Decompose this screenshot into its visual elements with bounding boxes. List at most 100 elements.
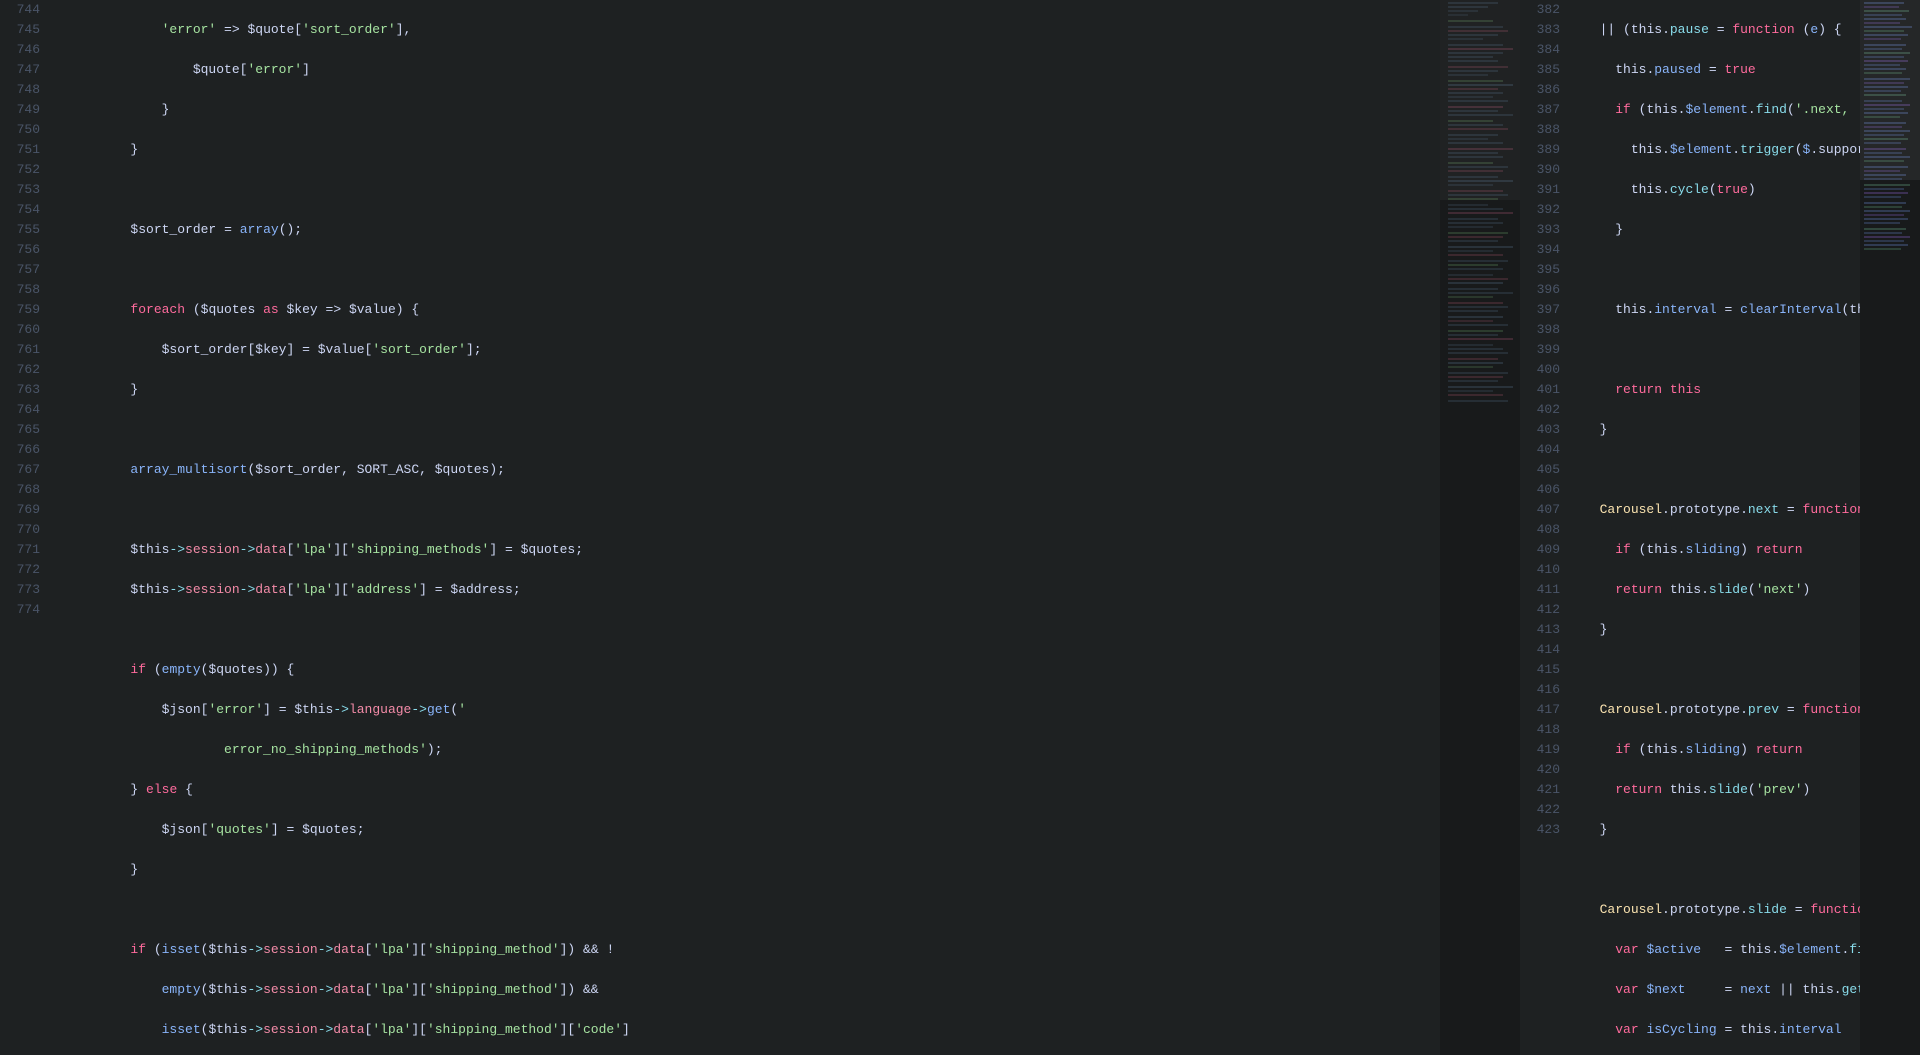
code-line-754 [68, 420, 1440, 440]
code-line-748 [68, 180, 1440, 200]
code-line-766a: if (isset($this->session->data['lpa']['s… [68, 940, 1440, 960]
ln-763: 763 [8, 380, 40, 400]
code-line-761a: $json['error'] = $this->language->get(' [68, 700, 1440, 720]
rln-blank10 [1528, 1020, 1560, 1040]
code-line-753: } [68, 380, 1440, 400]
rln-415: 415 [1528, 660, 1560, 680]
rln-409: 409 [1528, 540, 1560, 560]
rln-413: 413 [1528, 620, 1560, 640]
rln-blank2 [1528, 860, 1560, 880]
ln-757: 757 [8, 260, 40, 280]
rln-388: 388 [1528, 120, 1560, 140]
rln-384: 384 [1528, 40, 1560, 60]
left-minimap [1440, 0, 1520, 1055]
code-line-750 [68, 260, 1440, 280]
far-right-minimap [1860, 0, 1920, 1055]
rcode-401: return this.slide('prev') [1584, 780, 1860, 800]
code-line-747: } [68, 140, 1440, 160]
ln-752: 752 [8, 160, 40, 180]
rln-411: 411 [1528, 580, 1560, 600]
ln-745: 745 [8, 20, 40, 40]
ln-blank15 [8, 900, 40, 920]
code-line-749: $sort_order = array(); [68, 220, 1440, 240]
rln-404: 404 [1528, 440, 1560, 460]
ln-blank22 [8, 1040, 40, 1055]
rln-391: 391 [1528, 180, 1560, 200]
right-panel: 382 383 384 385 386 387 388 389 390 391 … [1520, 0, 1920, 1055]
rcode-383: this.paused = true [1584, 60, 1860, 80]
rln-blank6 [1528, 940, 1560, 960]
ln-blank8 [8, 760, 40, 780]
code-line-762: } else { [68, 780, 1440, 800]
rcode-406: var $next = next || this.getItemForDirec… [1584, 980, 1860, 1000]
right-code-content: || (this.pause = function (e) { this.pau… [1572, 0, 1860, 1055]
ln-767: 767 [8, 460, 40, 480]
ln-771: 771 [8, 540, 40, 560]
ln-756: 756 [8, 240, 40, 260]
rln-421: 421 [1528, 780, 1560, 800]
ln-blank16 [8, 920, 40, 940]
code-line-761b: error_no_shipping_methods'); [68, 740, 1440, 760]
ln-747: 747 [8, 60, 40, 80]
ln-755: 755 [8, 220, 40, 240]
code-line-763: $json['quotes'] = $quotes; [68, 820, 1440, 840]
code-line-755: array_multisort($sort_order, SORT_ASC, $… [68, 460, 1440, 480]
ln-759: 759 [8, 300, 40, 320]
rcode-399: Carousel.prototype.prev = function () { [1584, 700, 1860, 720]
ln-768: 768 [8, 480, 40, 500]
rcode-405: var $active = this.$element.find('.item.… [1584, 940, 1860, 960]
editor-pane: 744 745 746 747 748 749 750 751 752 753 … [0, 0, 1920, 1055]
ln-765: 765 [8, 420, 40, 440]
ln-770: 770 [8, 520, 40, 540]
rln-blank7 [1528, 960, 1560, 980]
ln-773: 773 [8, 580, 40, 600]
ln-774: 774 [8, 600, 40, 620]
ln-761: 761 [8, 340, 40, 360]
rcode-391: return this [1584, 380, 1860, 400]
rln-408: 408 [1528, 520, 1560, 540]
rln-389: 389 [1528, 140, 1560, 160]
rcode-394: Carousel.prototype.next = function () { [1584, 500, 1860, 520]
rln-416: 416 [1528, 680, 1560, 700]
ln-blank5 [8, 700, 40, 720]
rln-blank8 [1528, 980, 1560, 1000]
rcode-398 [1584, 660, 1860, 680]
rcode-384: if (this.$element.find('.next, .prev').l… [1584, 100, 1860, 120]
rln-393: 393 [1528, 220, 1560, 240]
ln-blank4 [8, 680, 40, 700]
rcode-389: this.interval = clearInterval(this.inter… [1584, 300, 1860, 320]
rln-402: 402 [1528, 400, 1560, 420]
rln-399: 399 [1528, 340, 1560, 360]
rcode-400: if (this.sliding) return [1584, 740, 1860, 760]
rln-387: 387 [1528, 100, 1560, 120]
code-line-764: } [68, 860, 1440, 880]
ln-749: 749 [8, 100, 40, 120]
ln-blank19 [8, 980, 40, 1000]
rln-405: 405 [1528, 460, 1560, 480]
rln-385: 385 [1528, 60, 1560, 80]
ln-748: 748 [8, 80, 40, 100]
rcode-403 [1584, 860, 1860, 880]
code-line-745: $quote['error'] [68, 60, 1440, 80]
rcode-390 [1584, 340, 1860, 360]
rln-blank5 [1528, 920, 1560, 940]
rcode-396: return this.slide('next') [1584, 580, 1860, 600]
code-line-752: $sort_order[$key] = $value['sort_order']… [68, 340, 1440, 360]
ln-blank11 [8, 820, 40, 840]
code-line-766c: isset($this->session->data['lpa']['shipp… [68, 1020, 1440, 1040]
rln-400: 400 [1528, 360, 1560, 380]
rcode-385: this.$element.trigger($.support.transiti… [1584, 140, 1860, 160]
left-code-panel: 744 745 746 747 748 749 750 751 752 753 … [0, 0, 1520, 1055]
code-line-746: } [68, 100, 1440, 120]
ln-753: 753 [8, 180, 40, 200]
ln-769: 769 [8, 500, 40, 520]
ln-744: 744 [8, 0, 40, 20]
rln-386: 386 [1528, 80, 1560, 100]
rln-383: 383 [1528, 20, 1560, 40]
rcode-393 [1584, 460, 1860, 480]
code-line-766b: empty($this->session->data['lpa']['shipp… [68, 980, 1440, 1000]
rln-412: 412 [1528, 600, 1560, 620]
code-line-760: if (empty($quotes)) { [68, 660, 1440, 680]
left-line-numbers: 744 745 746 747 748 749 750 751 752 753 … [0, 0, 52, 1055]
rln-382: 382 [1528, 0, 1560, 20]
